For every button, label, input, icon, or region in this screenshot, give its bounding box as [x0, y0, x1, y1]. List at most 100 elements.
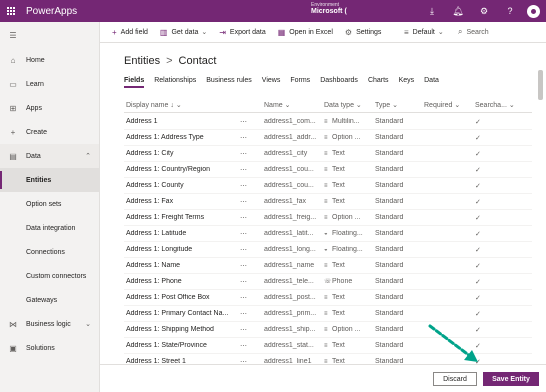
download-icon[interactable]: ⤓: [419, 0, 445, 22]
more-options-icon[interactable]: ⋯: [240, 294, 252, 302]
data-type-label: Floating...: [332, 246, 363, 253]
add-field-button[interactable]: + Add field: [112, 28, 148, 37]
more-options-icon[interactable]: ⋯: [240, 310, 252, 318]
more-options-icon[interactable]: ⋯: [240, 230, 252, 238]
cell-display-name[interactable]: Address 1: Primary Contact Na...: [126, 310, 236, 317]
more-options-icon[interactable]: ⋯: [240, 118, 252, 126]
view-selector[interactable]: ≡ Default ⌄: [404, 28, 444, 37]
cell-display-name[interactable]: Address 1: County: [126, 182, 236, 189]
column-header-required[interactable]: Required ⌄: [424, 101, 460, 109]
app-title[interactable]: PowerApps: [26, 6, 77, 17]
sidebar-item-create[interactable]: + Create: [0, 120, 99, 144]
cell-display-name[interactable]: Address 1: Freight Terms: [126, 214, 236, 221]
cell-display-name[interactable]: Address 1: City: [126, 150, 236, 157]
cell-type: Standard: [375, 118, 404, 125]
bell-icon[interactable]: 🔔︎: [445, 0, 471, 22]
search-box[interactable]: ⌕ Search: [458, 27, 489, 37]
column-header-data-type[interactable]: Data type ⌄: [324, 101, 362, 109]
discard-button[interactable]: Discard: [433, 372, 477, 386]
open-excel-button[interactable]: ▦ Open in Excel: [278, 28, 333, 37]
app-launcher-button[interactable]: [0, 0, 22, 22]
sidebar-item-data-integration[interactable]: Data integration: [0, 216, 99, 240]
tab-forms[interactable]: Forms: [290, 77, 310, 88]
table-row[interactable]: Address 1: Post Office Box ⋯ address1_post…: [124, 290, 532, 306]
sidebar-item-option-sets[interactable]: Option sets: [0, 192, 99, 216]
export-data-button[interactable]: ⇥ Export data: [219, 28, 266, 37]
sidebar-item-gateways[interactable]: Gateways: [0, 288, 99, 312]
settings-button[interactable]: ⚙ Settings: [345, 28, 381, 37]
gear-icon[interactable]: ⚙: [471, 0, 497, 22]
table-row[interactable]: Address 1: Freight Terms ⋯ address1_freig.…: [124, 210, 532, 226]
tab-views[interactable]: Views: [262, 77, 281, 88]
more-options-icon[interactable]: ⋯: [240, 134, 252, 142]
table-row[interactable]: Address 1: Fax ⋯ address1_fax ≡ Text Standard…: [124, 194, 532, 210]
sidebar-item-business-logic[interactable]: ⋈ Business logic ⌄: [0, 312, 99, 336]
tab-fields[interactable]: Fields: [124, 77, 145, 88]
cell-display-name[interactable]: Address 1: Country/Region: [126, 166, 236, 173]
tab-dashboards[interactable]: Dashboards: [320, 77, 358, 88]
sidebar-item-label: Data: [26, 152, 41, 160]
cell-display-name[interactable]: Address 1: Phone: [126, 278, 236, 285]
cell-display-name[interactable]: Address 1: Fax: [126, 198, 236, 205]
column-header-type[interactable]: Type ⌄: [375, 101, 398, 109]
tab-keys[interactable]: Keys: [399, 77, 415, 88]
more-options-icon[interactable]: ⋯: [240, 214, 252, 222]
tab-data[interactable]: Data: [424, 77, 439, 88]
tab-business-rules[interactable]: Business rules: [206, 77, 252, 88]
sidebar-item-label: Gateways: [26, 296, 58, 304]
table-row[interactable]: Address 1: Latitude ⋯ address1_latit... ◒ Fl…: [124, 226, 532, 242]
scrollbar-thumb[interactable]: [538, 70, 543, 100]
cell-display-name[interactable]: Address 1: Post Office Box: [126, 294, 236, 301]
table-row[interactable]: Address 1 ⋯ address1_com... ≡ Multilin... Sta…: [124, 114, 532, 130]
table-row[interactable]: Address 1: County ⋯ address1_cou... ≡ Text St…: [124, 178, 532, 194]
cell-display-name[interactable]: Address 1: Latitude: [126, 230, 236, 237]
sidebar-item-custom-connectors[interactable]: Custom connectors: [0, 264, 99, 288]
sidebar-item-learn[interactable]: ▭ Learn: [0, 72, 99, 96]
column-header-name[interactable]: Name ⌄: [264, 101, 291, 109]
column-header-searchable[interactable]: Searcha... ⌄: [475, 101, 515, 109]
cell-display-name[interactable]: Address 1: State/Province: [126, 342, 236, 349]
cell-name: address1_name: [264, 262, 315, 269]
more-options-icon[interactable]: ⋯: [240, 262, 252, 270]
save-entity-button[interactable]: Save Entity: [483, 372, 539, 386]
tab-relationships[interactable]: Relationships: [154, 77, 196, 88]
cell-display-name[interactable]: Address 1: Address Type: [126, 134, 236, 141]
table-row[interactable]: Address 1: Name ⋯ address1_name ≡ Text Standa…: [124, 258, 532, 274]
apps-icon: ⊞: [9, 103, 17, 113]
cell-type: Standard: [375, 166, 404, 173]
sidebar-item-solutions[interactable]: ▣ Solutions: [0, 336, 99, 360]
more-options-icon[interactable]: ⋯: [240, 198, 252, 206]
nav-toggle[interactable]: ☰: [0, 22, 99, 48]
sidebar-item-home[interactable]: ⌂ Home: [0, 48, 99, 72]
sidebar-item-connections[interactable]: Connections: [0, 240, 99, 264]
tab-charts[interactable]: Charts: [368, 77, 389, 88]
sidebar-item-apps[interactable]: ⊞ Apps: [0, 96, 99, 120]
environment-picker[interactable]: Environment Microsoft (: [311, 2, 347, 16]
column-header-display-name[interactable]: Display name ↓ ⌄: [126, 101, 182, 109]
sidebar-item-entities[interactable]: Entities: [0, 168, 99, 192]
table-row[interactable]: Address 1: Primary Contact Na... ⋯ address…: [124, 306, 532, 322]
table-row[interactable]: Address 1: City ⋯ address1_city ≡ Text Standa…: [124, 146, 532, 162]
table-row[interactable]: Address 1: Longitude ⋯ address1_long... ◒ Fl…: [124, 242, 532, 258]
data-type-label: Text: [332, 198, 345, 205]
breadcrumb-entities-link[interactable]: Entities: [124, 55, 160, 67]
avatar[interactable]: [527, 4, 540, 18]
search-icon: ⌕: [458, 27, 463, 36]
more-options-icon[interactable]: ⋯: [240, 278, 252, 286]
help-icon[interactable]: ?: [497, 0, 523, 22]
more-options-icon[interactable]: ⋯: [240, 342, 252, 350]
more-options-icon[interactable]: ⋯: [240, 150, 252, 158]
more-options-icon[interactable]: ⋯: [240, 246, 252, 254]
table-row[interactable]: Address 1: Country/Region ⋯ address1_cou..…: [124, 162, 532, 178]
sidebar-item-data[interactable]: ▤ Data ⌃: [0, 144, 99, 168]
get-data-button[interactable]: ▥ Get data ⌄: [160, 28, 207, 37]
cell-display-name[interactable]: Address 1: [126, 118, 236, 125]
cell-display-name[interactable]: Address 1: Longitude: [126, 246, 236, 253]
more-options-icon[interactable]: ⋯: [240, 182, 252, 190]
table-row[interactable]: Address 1: Phone ⋯ address1_tele... ☏Phone S…: [124, 274, 532, 290]
more-options-icon[interactable]: ⋯: [240, 166, 252, 174]
more-options-icon[interactable]: ⋯: [240, 326, 252, 334]
table-row[interactable]: Address 1: Address Type ⋯ address1_addr...…: [124, 130, 532, 146]
cell-display-name[interactable]: Address 1: Name: [126, 262, 236, 269]
cell-display-name[interactable]: Address 1: Shipping Method: [126, 326, 236, 333]
